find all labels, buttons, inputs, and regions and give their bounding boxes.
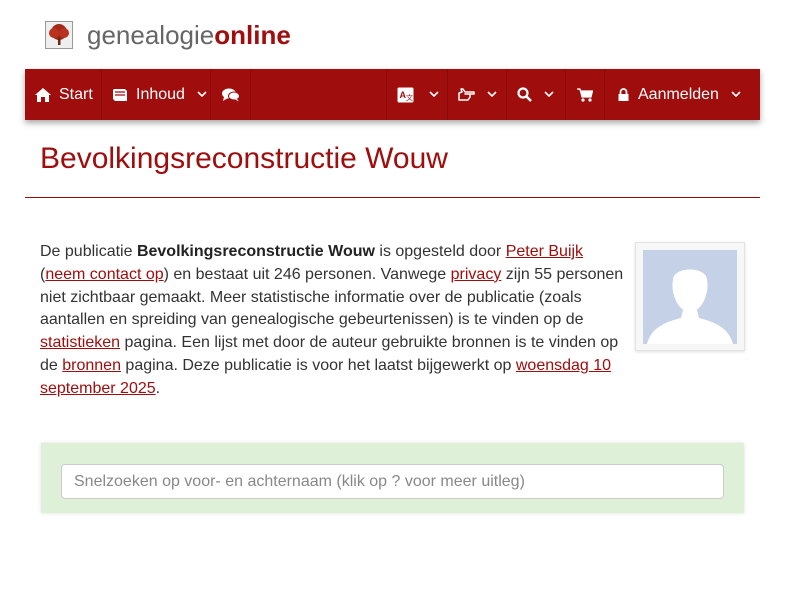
nav-start[interactable]: Start: [25, 69, 102, 120]
hand-pointer-icon: [458, 88, 475, 101]
brand-name-part2: online: [214, 20, 291, 50]
chevron-down-icon: [731, 91, 741, 98]
nav-inhoud-label: Inhoud: [136, 85, 185, 103]
intro-text: ) en bestaat uit 246 personen. Vanwege: [163, 265, 451, 283]
publication-name: Bevolkingsreconstructie Wouw: [136, 243, 375, 260]
nav-login[interactable]: Aanmelden: [605, 69, 760, 120]
intro-text: pagina. Deze publicatie is voor het laat…: [120, 356, 516, 374]
title-divider: [25, 197, 760, 198]
intro-text: is opgesteld door: [374, 243, 506, 260]
brand-name: genealogieonline: [87, 20, 291, 50]
nav-forum[interactable]: [211, 69, 251, 120]
search-icon: [517, 87, 532, 102]
chevron-down-icon: [429, 91, 439, 98]
home-icon: [35, 87, 51, 102]
comments-icon: [221, 88, 240, 102]
sources-link[interactable]: bronnen: [62, 357, 121, 374]
avatar-placeholder-icon: [643, 250, 737, 344]
lock-icon: [618, 88, 629, 101]
nav-inhoud[interactable]: Inhoud: [102, 69, 211, 120]
book-icon: [112, 88, 128, 102]
quick-search-panel: [41, 443, 744, 513]
quick-search-input[interactable]: [61, 464, 724, 499]
shopping-cart-icon: [577, 87, 593, 102]
intro-text: .: [155, 379, 161, 397]
chevron-down-icon: [197, 91, 207, 98]
site-logo[interactable]: genealogieonline: [45, 20, 291, 50]
intro-text: De publicatie: [40, 243, 137, 260]
language-icon: A文: [397, 87, 414, 103]
nav-cart[interactable]: [566, 69, 605, 120]
svg-text:文: 文: [406, 93, 413, 102]
nav-login-label: Aanmelden: [638, 85, 719, 103]
privacy-link[interactable]: privacy: [451, 266, 502, 283]
chevron-down-icon: [544, 91, 554, 98]
main-navbar: Start Inhoud A文 Aanmelden: [25, 69, 760, 120]
chevron-down-icon: [487, 91, 497, 98]
nav-pointer-menu[interactable]: [448, 69, 507, 120]
author-link[interactable]: Peter Buijk: [506, 243, 583, 260]
brand-name-part1: genealogie: [87, 20, 215, 50]
statistics-link[interactable]: statistieken: [40, 334, 120, 351]
nav-search[interactable]: [507, 69, 566, 120]
page-title: Bevolkingsreconstructie Wouw: [40, 142, 448, 175]
nav-language[interactable]: A文: [387, 69, 448, 120]
tree-logo-icon: [45, 21, 73, 49]
nav-spacer: [251, 69, 387, 120]
contact-link[interactable]: neem contact op: [45, 266, 163, 283]
author-avatar[interactable]: [635, 242, 745, 351]
publication-intro: De publicatie Bevolkingsreconstructie Wo…: [40, 241, 630, 401]
nav-start-label: Start: [59, 85, 93, 103]
